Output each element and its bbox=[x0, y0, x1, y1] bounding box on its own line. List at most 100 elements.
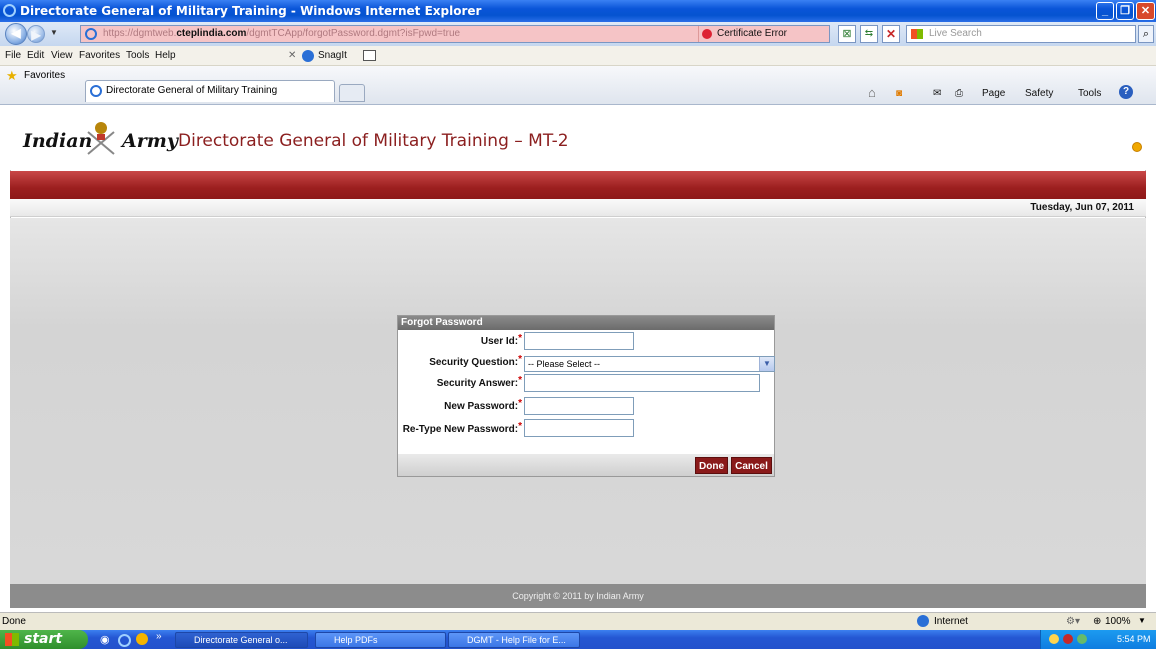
date-bar: Tuesday, Jun 07, 2011 bbox=[10, 199, 1146, 217]
menu-favorites[interactable]: Favorites bbox=[79, 50, 120, 61]
required-mark: * bbox=[518, 375, 522, 386]
task-directorate[interactable]: Directorate General o... bbox=[175, 632, 308, 648]
task-help-pdfs[interactable]: Help PDFs bbox=[315, 632, 446, 648]
cancel-button[interactable]: Cancel bbox=[731, 457, 772, 474]
safety-menu[interactable]: Safety bbox=[1025, 88, 1053, 99]
forgot-password-panel: Forgot Password User Id:* Security Quest… bbox=[397, 315, 775, 477]
zoom-level[interactable]: 100% bbox=[1105, 616, 1131, 627]
user-id-input[interactable] bbox=[524, 332, 634, 350]
live-search-logo-icon bbox=[911, 29, 923, 39]
status-text: Done bbox=[2, 616, 26, 627]
browser-tab[interactable]: Directorate General of Military Training bbox=[85, 80, 335, 102]
live-search-placeholder: Live Search bbox=[929, 28, 982, 39]
ie-icon bbox=[3, 4, 16, 17]
close-button[interactable]: ✕ bbox=[1136, 2, 1155, 20]
quick-launch-desktop-icon[interactable]: ◉ bbox=[100, 633, 110, 646]
required-mark: * bbox=[518, 398, 522, 409]
maximize-button[interactable]: ❐ bbox=[1116, 2, 1134, 20]
security-question-value: -- Please Select -- bbox=[528, 359, 601, 369]
certificate-error-button[interactable]: Certificate Error bbox=[698, 26, 829, 42]
retype-password-label: Re-Type New Password:* bbox=[402, 421, 522, 435]
feeds-icon[interactable]: ◙ bbox=[896, 88, 902, 99]
user-id-label: User Id:* bbox=[480, 333, 522, 347]
tray-icon-3[interactable] bbox=[1077, 634, 1087, 644]
tray-icon-1[interactable] bbox=[1049, 634, 1059, 644]
menu-help[interactable]: Help bbox=[155, 50, 176, 61]
start-label: start bbox=[24, 631, 63, 647]
page-menu[interactable]: Page bbox=[982, 88, 1005, 99]
required-mark: * bbox=[518, 421, 522, 432]
done-button[interactable]: Done bbox=[695, 457, 728, 474]
url-host: cteplindia.com bbox=[176, 28, 247, 39]
zoom-icon[interactable]: ⊕ bbox=[1093, 616, 1101, 627]
tab-page-icon bbox=[90, 85, 102, 97]
back-button[interactable]: ◀ bbox=[5, 23, 27, 45]
minimize-button[interactable]: _ bbox=[1096, 2, 1114, 20]
security-answer-input[interactable] bbox=[524, 374, 760, 392]
window-title-bar[interactable]: Directorate General of Military Training… bbox=[0, 0, 1156, 22]
required-mark: * bbox=[518, 333, 522, 344]
site-headline: Directorate General of Military Training… bbox=[178, 131, 569, 151]
address-bar[interactable]: https://dgmtweb.cteplindia.com/dgmtTCApp… bbox=[80, 25, 830, 43]
clock: 5:54 PM bbox=[1117, 634, 1151, 644]
menu-file[interactable]: File bbox=[5, 50, 21, 61]
recent-pages-dropdown-icon[interactable]: ▼ bbox=[50, 28, 58, 37]
retype-password-input[interactable] bbox=[524, 419, 634, 437]
print-icon[interactable]: ⎙ bbox=[955, 88, 963, 99]
menu-edit[interactable]: Edit bbox=[27, 50, 44, 61]
snagit-window-icon[interactable] bbox=[363, 50, 376, 61]
favorites-star-icon: ★ bbox=[6, 68, 18, 83]
certificate-error-label: Certificate Error bbox=[717, 28, 788, 39]
start-button[interactable]: start bbox=[0, 630, 88, 649]
quick-launch-more-icon[interactable]: » bbox=[156, 631, 162, 642]
new-password-input[interactable] bbox=[524, 397, 634, 415]
window-title: Directorate General of Military Training… bbox=[20, 4, 482, 18]
search-icon[interactable]: ⌕ bbox=[1138, 25, 1154, 43]
snagit-icon bbox=[302, 50, 314, 62]
tab-title: Directorate General of Military Training bbox=[106, 85, 278, 96]
tray-icon-2[interactable] bbox=[1063, 634, 1073, 644]
stop-icon[interactable]: ✕ bbox=[882, 25, 900, 43]
panel-footer: Done Cancel bbox=[398, 454, 774, 476]
site-footer: Copyright © 2011 by Indian Army bbox=[10, 584, 1146, 608]
live-search-input[interactable]: Live Search bbox=[906, 25, 1136, 43]
new-tab-button[interactable] bbox=[339, 84, 365, 102]
menu-tools[interactable]: Tools bbox=[126, 50, 149, 61]
nav-bar bbox=[10, 171, 1146, 199]
snagit-button[interactable]: SnagIt bbox=[318, 50, 347, 61]
page-icon bbox=[85, 28, 97, 40]
menu-view[interactable]: View bbox=[51, 50, 73, 61]
security-question-select[interactable]: -- Please Select -- ▼ bbox=[524, 356, 775, 372]
required-mark: * bbox=[518, 354, 522, 365]
security-question-label: Security Question:* bbox=[429, 354, 522, 368]
quick-launch-app-icon[interactable] bbox=[136, 633, 148, 645]
brand-indian: Indian bbox=[23, 130, 93, 152]
task-dgmt-help[interactable]: DGMT - Help File for E... bbox=[448, 632, 580, 648]
url-path: /dgmtTCApp/forgotPassword.dgmt?isFpwd=tr… bbox=[246, 28, 461, 39]
forward-button[interactable]: ▶ bbox=[27, 25, 45, 43]
new-password-label: New Password:* bbox=[444, 398, 522, 412]
quick-launch-ie-icon[interactable] bbox=[118, 634, 131, 647]
help-bulb-icon[interactable] bbox=[1132, 142, 1142, 152]
read-mail-icon[interactable]: ✉ bbox=[933, 88, 941, 99]
brand-army: Army bbox=[122, 130, 178, 152]
menu-bar: File Edit View Favorites Tools Help ✕ Sn… bbox=[0, 46, 1156, 66]
windows-logo-icon bbox=[5, 633, 19, 646]
protected-mode-icon[interactable]: ⚙▾ bbox=[1066, 616, 1080, 627]
security-zone: Internet bbox=[934, 616, 968, 627]
zoom-dropdown-icon[interactable]: ▼ bbox=[1138, 616, 1146, 625]
compatibility-view-icon[interactable]: ⊠ bbox=[838, 25, 856, 43]
status-bar: Done Internet ⚙▾ ⊕ 100% ▼ bbox=[0, 612, 1156, 630]
chevron-down-icon: ▼ bbox=[759, 357, 774, 371]
home-icon[interactable]: ⌂ bbox=[868, 85, 876, 100]
address-toolbar: ◀ ▶ ▼ https://dgmtweb.cteplindia.com/dgm… bbox=[0, 22, 1156, 46]
close-toolbar-icon[interactable]: ✕ bbox=[288, 50, 296, 61]
url-prefix: https://dgmtweb. bbox=[103, 28, 177, 39]
tools-menu[interactable]: Tools bbox=[1078, 88, 1101, 99]
current-date: Tuesday, Jun 07, 2011 bbox=[1030, 202, 1134, 213]
favorites-button[interactable]: Favorites bbox=[24, 70, 65, 81]
help-icon[interactable]: ? bbox=[1119, 85, 1133, 99]
system-tray: 5:54 PM bbox=[1040, 630, 1156, 649]
panel-title: Forgot Password bbox=[398, 316, 774, 330]
refresh-icon[interactable]: ⇆ bbox=[860, 25, 878, 43]
